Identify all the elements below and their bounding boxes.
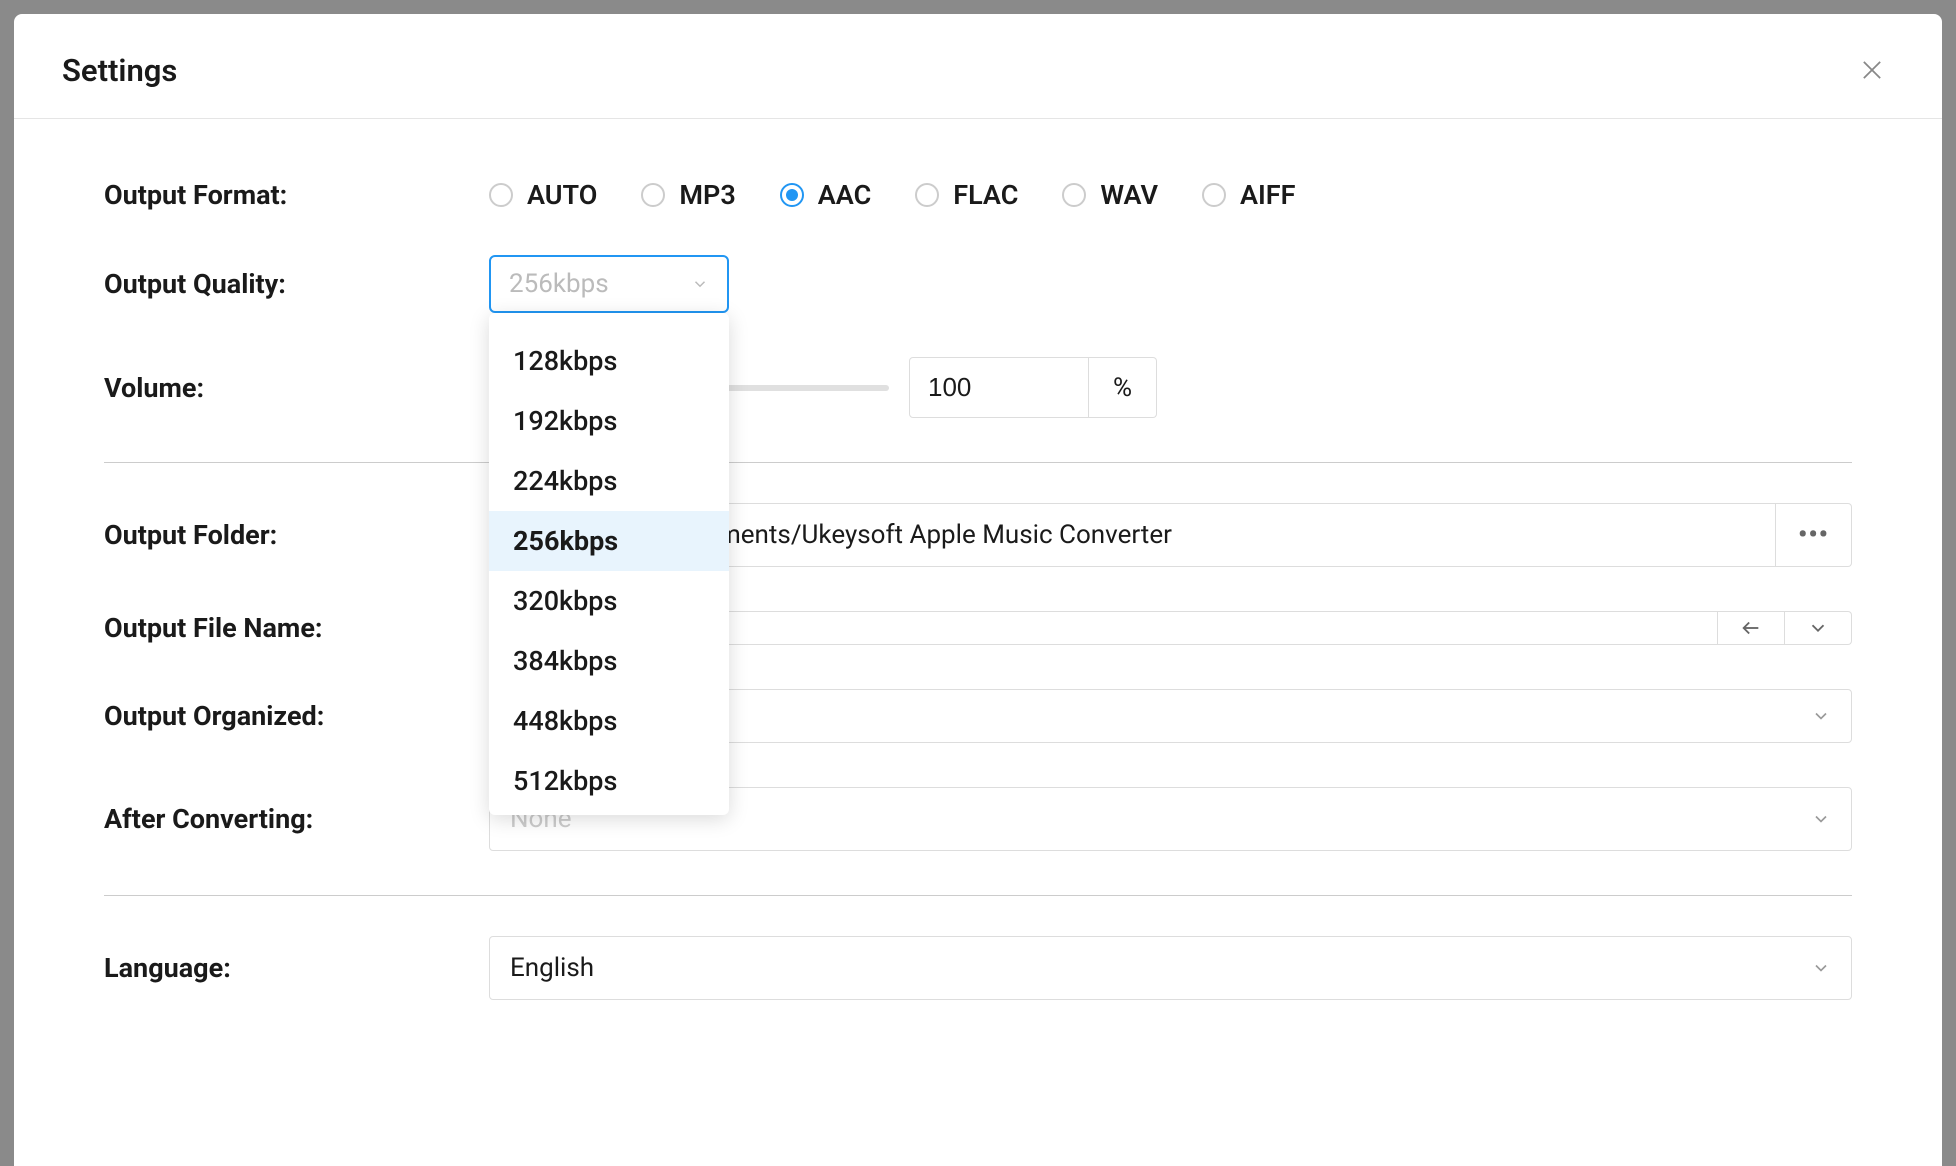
volume-row: Volume: % [104,357,1852,418]
volume-unit: % [1089,357,1157,418]
output-organized-label: Output Organized: [104,700,489,732]
output-quality-value: 256kbps [509,269,609,299]
divider [104,895,1852,896]
language-value: English [510,953,594,983]
radio-aac[interactable]: AAC [780,179,871,211]
chevron-down-icon [1811,809,1831,829]
output-format-label: Output Format: [104,179,489,211]
radio-label: AAC [818,179,871,211]
output-format-radio-group: AUTO MP3 AAC FLAC WAV AIFF [489,179,1296,211]
language-label: Language: [104,952,489,984]
modal-header: Settings [14,14,1942,119]
chevron-down-icon [1811,706,1831,726]
output-quality-dropdown: 128kbps192kbps224kbps256kbps320kbps384kb… [489,313,729,815]
radio-circle [1202,183,1226,207]
after-converting-label: After Converting: [104,803,489,835]
chevron-down-icon [1807,617,1829,639]
output-folder-label: Output Folder: [104,519,489,551]
radio-aiff[interactable]: AIFF [1202,179,1295,211]
output-filename-label: Output File Name: [104,612,489,644]
browse-folder-button[interactable]: ••• [1776,503,1852,567]
close-button[interactable] [1852,50,1892,90]
modal-title: Settings [62,52,177,89]
divider [104,462,1852,463]
volume-label: Volume: [104,372,489,404]
chevron-down-icon [691,275,709,293]
output-quality-label: Output Quality: [104,268,489,300]
output-organized-row: Output Organized: [104,689,1852,743]
arrow-left-icon [1740,617,1762,639]
filename-back-button[interactable] [1718,611,1785,645]
dropdown-item-448kbps[interactable]: 448kbps [489,691,729,751]
output-filename-row: Output File Name: [104,611,1852,645]
radio-circle [641,183,665,207]
chevron-down-icon [1811,958,1831,978]
dropdown-item-384kbps[interactable]: 384kbps [489,631,729,691]
radio-auto[interactable]: AUTO [489,179,597,211]
dropdown-item-256kbps[interactable]: 256kbps [489,511,729,571]
radio-label: FLAC [953,179,1018,211]
settings-modal: Settings Output Format: AUTO MP3 AAC FLAC WA… [14,14,1942,1166]
radio-label: WAV [1100,179,1158,211]
radio-wav[interactable]: WAV [1062,179,1158,211]
radio-flac[interactable]: FLAC [915,179,1018,211]
language-select[interactable]: English [489,936,1852,1000]
ellipsis-icon: ••• [1798,522,1829,548]
output-format-row: Output Format: AUTO MP3 AAC FLAC WAV AIFF [104,179,1852,211]
close-icon [1858,56,1886,84]
dropdown-item-320kbps[interactable]: 320kbps [489,571,729,631]
dropdown-scroll[interactable]: 128kbps192kbps224kbps256kbps320kbps384kb… [489,331,729,811]
output-folder-row: Output Folder: cuments/Ukeysoft Apple Mu… [104,503,1852,567]
radio-circle [915,183,939,207]
dropdown-item-224kbps[interactable]: 224kbps [489,451,729,511]
volume-input-group: % [909,357,1157,418]
radio-label: AUTO [527,179,597,211]
dropdown-item-192kbps[interactable]: 192kbps [489,391,729,451]
radio-circle [780,183,804,207]
radio-dot [786,189,798,201]
volume-input[interactable] [909,357,1089,418]
radio-circle [489,183,513,207]
output-quality-select[interactable]: 256kbps [489,255,729,313]
filename-expand-button[interactable] [1785,611,1852,645]
radio-mp3[interactable]: MP3 [641,179,735,211]
dropdown-item-512kbps[interactable]: 512kbps [489,751,729,811]
output-quality-row: Output Quality: 256kbps 128kbps192kbps22… [104,255,1852,313]
output-folder-value: cuments/Ukeysoft Apple Music Converter [690,520,1172,550]
language-row: Language: English [104,936,1852,1000]
radio-label: MP3 [679,179,735,211]
after-converting-row: After Converting: None [104,787,1852,851]
radio-circle [1062,183,1086,207]
modal-body: Output Format: AUTO MP3 AAC FLAC WAV AIFF Out… [14,119,1942,1084]
dropdown-item-128kbps[interactable]: 128kbps [489,331,729,391]
radio-label: AIFF [1240,179,1295,211]
